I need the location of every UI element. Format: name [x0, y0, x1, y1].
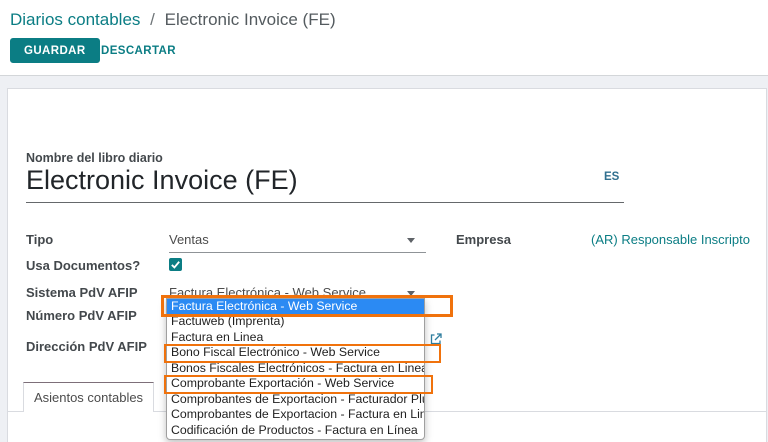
- tipo-underline: [169, 252, 426, 253]
- chevron-down-icon[interactable]: [407, 291, 415, 296]
- numero-pdv-afip-label: Número PdV AFIP: [26, 308, 137, 323]
- afip-pos-system-dropdown: Factura Electrónica - Web ServiceFactuwe…: [166, 298, 425, 440]
- control-panel: Diarios contables / Electronic Invoice (…: [0, 0, 768, 76]
- empresa-link[interactable]: (AR) Responsable Inscripto: [591, 232, 750, 247]
- save-button[interactable]: GUARDAR: [10, 38, 100, 63]
- odoo-journal-form-screen: Diarios contables / Electronic Invoice (…: [0, 0, 768, 442]
- dropdown-option[interactable]: Bono Fiscal Electrónico - Web Service: [167, 345, 424, 360]
- chevron-down-icon[interactable]: [407, 238, 415, 243]
- tipo-select[interactable]: Ventas: [169, 232, 209, 247]
- breadcrumb-parent-link[interactable]: Diarios contables: [10, 10, 140, 29]
- dropdown-option[interactable]: Comprobantes de Exportacion - Factura en…: [167, 407, 424, 422]
- breadcrumb: Diarios contables / Electronic Invoice (…: [10, 10, 336, 30]
- breadcrumb-separator: /: [150, 10, 155, 29]
- tipo-label: Tipo: [26, 232, 53, 247]
- dropdown-option[interactable]: Bonos Fiscales Electrónicos - Factura en…: [167, 361, 424, 376]
- dropdown-option[interactable]: Factuweb (Imprenta): [167, 314, 424, 329]
- internal-link-icon[interactable]: [429, 332, 443, 346]
- empresa-label: Empresa: [456, 232, 511, 247]
- usa-documentos-label: Usa Documentos?: [26, 258, 140, 273]
- translate-badge[interactable]: ES: [604, 171, 619, 183]
- dropdown-option[interactable]: Comprobantes de Exportacion - Facturador…: [167, 392, 424, 407]
- usa-documentos-checkbox[interactable]: [169, 258, 182, 271]
- journal-name-input[interactable]: Electronic Invoice (FE): [26, 165, 298, 196]
- tab-asientos-contables[interactable]: Asientos contables: [23, 382, 154, 412]
- dropdown-option[interactable]: Factura Electrónica - Web Service: [167, 299, 424, 314]
- discard-button[interactable]: DESCARTAR: [93, 38, 184, 63]
- breadcrumb-current: Electronic Invoice (FE): [165, 10, 336, 29]
- form-sheet: Nombre del libro diario Electronic Invoi…: [7, 88, 767, 442]
- dropdown-option[interactable]: Comprobante Exportación - Web Service: [167, 376, 424, 391]
- dropdown-option[interactable]: Codificación de Productos - Factura en L…: [167, 423, 424, 438]
- journal-name-underline: [26, 202, 624, 203]
- sistema-pdv-afip-label: Sistema PdV AFIP: [26, 285, 138, 300]
- dropdown-option[interactable]: Factura en Linea: [167, 330, 424, 345]
- journal-name-label: Nombre del libro diario: [26, 151, 163, 165]
- direccion-pdv-afip-label: Dirección PdV AFIP: [26, 339, 147, 354]
